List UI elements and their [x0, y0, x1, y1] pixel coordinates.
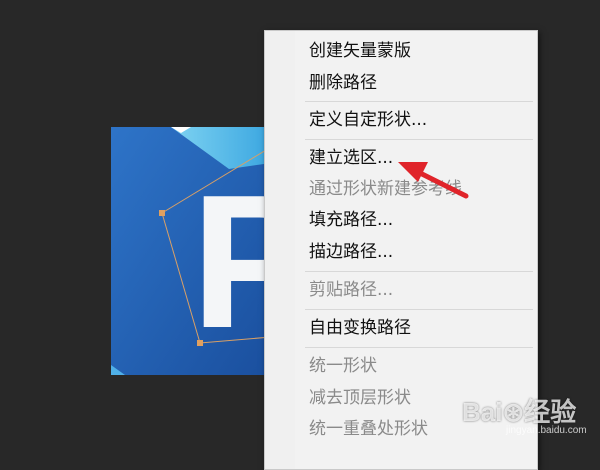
menu-item-free-transform-path[interactable]: 自由变换路径 [309, 314, 411, 342]
menu-item-clipping-path[interactable]: 剪贴路径... [309, 276, 393, 304]
menu-item-intersect-shape-areas[interactable]: 统一重叠处形状 [309, 415, 428, 443]
menu-item-define-custom-shape[interactable]: 定义自定形状... [309, 106, 427, 134]
menu-item-subtract-front-shape[interactable]: 减去顶层形状 [309, 384, 411, 412]
menu-item-unite-shapes[interactable]: 统一形状 [309, 352, 377, 380]
watermark: Bai⊛经验 jingyan.baidu.com [462, 392, 598, 448]
watermark-brand: Bai⊛经验 [462, 397, 577, 427]
menu-item-stroke-path[interactable]: 描边路径... [309, 238, 393, 266]
menu-separator [305, 139, 533, 140]
menu-icon-gutter [265, 31, 295, 469]
logo-graphic: P [111, 127, 271, 375]
menu-item-fill-path[interactable]: 填充路径... [309, 206, 393, 234]
menu-separator [305, 309, 533, 310]
canvas-image: P [111, 127, 271, 375]
menu-separator [305, 347, 533, 348]
menu-separator [305, 101, 533, 102]
path-anchor-point[interactable] [197, 340, 203, 346]
path-anchor-point[interactable] [159, 210, 165, 216]
menu-separator [305, 271, 533, 272]
menu-item-new-guides-from-shape[interactable]: 通过形状新建参考线 [309, 175, 462, 203]
menu-item-make-selection[interactable]: 建立选区... [309, 144, 393, 172]
watermark-url: jingyan.baidu.com [506, 425, 587, 436]
menu-item-create-vector-mask[interactable]: 创建矢量蒙版 [309, 37, 411, 65]
menu-item-delete-path[interactable]: 删除路径 [309, 69, 377, 97]
